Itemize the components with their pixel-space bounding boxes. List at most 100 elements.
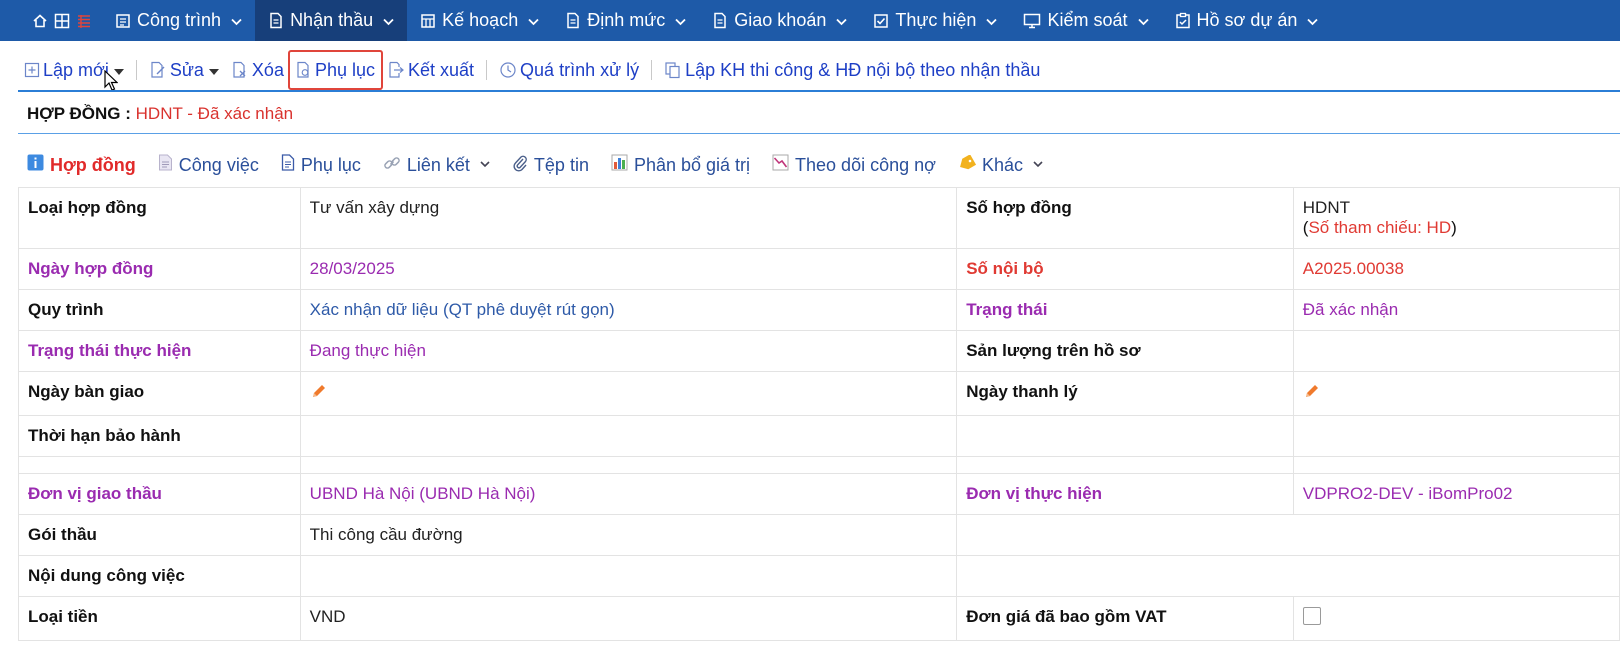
nav-ke-hoach[interactable]: Kế hoạch <box>407 0 552 41</box>
tab-theo-doi-cong-no[interactable]: Theo dõi công nợ <box>772 154 936 176</box>
top-navigation-bar: Công trình Nhận thầu Kế hoạch Định mức G… <box>0 0 1620 41</box>
internal-no-label: Số nội bộ <box>956 248 1294 290</box>
contract-type-value: Tư vấn xây dựng <box>299 187 958 249</box>
currency-label: Loại tiền <box>18 596 301 641</box>
chevron-down-icon <box>231 18 242 26</box>
check-square-icon <box>873 13 889 29</box>
executor-label: Đơn vị thực hiện <box>956 473 1294 515</box>
appendix-button[interactable]: Phụ lục <box>287 50 384 90</box>
empty-cell <box>299 456 958 474</box>
status-value: Đã xác nhận <box>1292 289 1620 331</box>
pencil-edit-icon[interactable] <box>310 382 328 405</box>
tab-phan-bo-gia-tri[interactable]: Phân bổ giá trị <box>611 154 750 176</box>
nav-ho-so-du-an[interactable]: Hồ sơ dự án <box>1162 0 1332 41</box>
create-plan-button[interactable]: Lập KH thi công & HĐ nội bộ theo nhận th… <box>658 52 1046 88</box>
table-row: Trạng thái thực hiện Đang thực hiện Sản … <box>18 330 1620 372</box>
delete-document-icon <box>231 61 249 79</box>
tab-hop-dong[interactable]: Hợp đồng <box>27 154 136 176</box>
export-button[interactable]: Kết xuất <box>381 52 480 88</box>
nav-giao-khoan[interactable]: Giao khoán <box>699 0 860 41</box>
tab-label: Tệp tin <box>533 154 589 175</box>
nav-label: Thực hiện <box>895 10 977 30</box>
tag-icon <box>958 153 976 176</box>
executor-value: VDPRO2-DEV - iBomPro02 <box>1292 473 1620 515</box>
nav-label: Định mức <box>587 10 666 30</box>
nav-dinh-muc[interactable]: Định mức <box>552 0 699 41</box>
caret-down-icon[interactable] <box>208 69 219 75</box>
work-content-value <box>299 555 958 597</box>
tab-lien-ket[interactable]: Liên kết <box>383 154 490 177</box>
table-row: Loại tiền VND Đơn giá đã bao gồm VAT <box>18 596 1620 641</box>
nav-kiem-soat[interactable]: Kiểm soát <box>1010 0 1161 41</box>
empty-cell <box>956 555 1620 597</box>
contract-heading: HỢP ĐỒNG : <box>27 104 131 123</box>
vat-included-checkbox[interactable] <box>1302 607 1321 625</box>
exec-status-label: Trạng thái thực hiện <box>18 330 301 372</box>
process-button-label: Quá trình xử lý <box>520 59 640 80</box>
ref-close: ) <box>1451 218 1457 237</box>
chevron-down-icon[interactable] <box>480 159 490 171</box>
tab-tep-tin[interactable]: Tệp tin <box>512 154 589 177</box>
nav-thuc-hien[interactable]: Thực hiện <box>860 0 1010 41</box>
table-row: Nội dung công việc <box>18 555 1620 597</box>
package-value: Thi công cầu đường <box>299 514 958 556</box>
table-row: Quy trình Xác nhận dữ liệu (QT phê duyệt… <box>18 289 1620 331</box>
divider <box>18 133 1620 134</box>
process-history-button[interactable]: Quá trình xử lý <box>493 52 645 88</box>
contract-title: HỢP ĐỒNG : HDNT - Đã xác nhận <box>27 104 293 124</box>
tab-cong-viec[interactable]: Công việc <box>158 154 259 176</box>
output-value <box>1292 330 1620 372</box>
empty-cell <box>18 456 301 474</box>
empty-cell <box>956 456 1294 474</box>
tab-khac[interactable]: Khác <box>958 153 1043 176</box>
grid-add-icon[interactable] <box>54 13 70 29</box>
empty-cell <box>1292 415 1620 457</box>
detail-tabs: Hợp đồng Công việc Phụ lục Liên kết Tệp … <box>27 151 1065 179</box>
tab-label: Theo dõi công nợ <box>795 154 936 175</box>
tab-label: Công việc <box>178 154 259 175</box>
edit-button[interactable]: Sửa <box>143 52 225 88</box>
contract-date-label: Ngày hợp đồng <box>18 248 301 290</box>
building-doc-icon <box>115 13 131 29</box>
chevron-down-icon <box>836 18 847 26</box>
liquidation-label: Ngày thanh lý <box>956 371 1294 416</box>
reference-number: Số tham chiếu: HD <box>1308 218 1452 237</box>
info-icon <box>27 154 44 176</box>
add-square-icon <box>24 62 40 78</box>
tab-label: Phụ lục <box>300 154 361 175</box>
export-icon <box>387 61 405 79</box>
handover-label: Ngày bàn giao <box>18 371 301 416</box>
nav-label: Kiểm soát <box>1047 10 1128 30</box>
work-content-label: Nội dung công việc <box>18 555 301 597</box>
reference-line: (Số tham chiếu: HD) <box>1303 218 1610 238</box>
liquidation-value <box>1292 371 1620 416</box>
tab-phu-luc[interactable]: Phụ lục <box>281 154 361 176</box>
edit-document-icon <box>149 61 167 79</box>
nav-cong-trinh[interactable]: Công trình <box>102 0 255 41</box>
warranty-value <box>299 415 958 457</box>
new-button-label: Lập mới <box>43 59 109 80</box>
nav-label: Hồ sơ dự án <box>1196 10 1298 30</box>
chevron-down-icon <box>528 18 539 26</box>
contract-no-cell: HDNT (Số tham chiếu: HD) <box>1292 187 1620 249</box>
workflow-value: Xác nhận dữ liệu (QT phê duyệt rút gọn) <box>299 289 958 331</box>
contract-type-label: Loại hợp đồng <box>18 187 301 249</box>
list-red-icon[interactable] <box>76 13 92 29</box>
nav-nhan-thau[interactable]: Nhận thầu <box>255 0 408 41</box>
delete-button[interactable]: Xóa <box>225 52 290 88</box>
pencil-edit-icon[interactable] <box>1303 382 1321 405</box>
chevron-down-icon <box>1137 18 1149 26</box>
exec-status-value: Đang thực hiện <box>299 330 958 372</box>
currency-value: VND <box>299 596 958 641</box>
page-icon <box>158 154 173 176</box>
empty-cell <box>1292 456 1620 474</box>
home-icon[interactable] <box>32 13 48 29</box>
chevron-down-icon <box>986 18 998 26</box>
empty-cell <box>956 514 1620 556</box>
chevron-down-icon[interactable] <box>1033 159 1043 171</box>
contract-detail-table: Loại hợp đồng Tư vấn xây dựng Số hợp đồn… <box>18 187 1620 641</box>
nav-label: Kế hoạch <box>442 10 519 30</box>
vat-label: Đơn giá đã bao gồm VAT <box>956 596 1294 641</box>
document-icon <box>712 12 728 29</box>
document-icon <box>268 12 284 29</box>
